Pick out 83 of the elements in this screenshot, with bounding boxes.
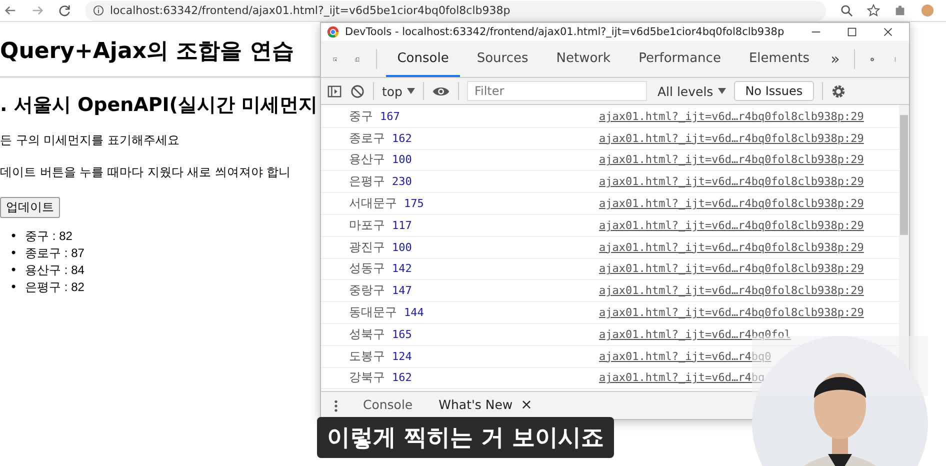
source-link[interactable]: ajax01.html?_ijt=v6d…r4bq0fol8clb938p:29 bbox=[599, 110, 864, 123]
log-value: 144 bbox=[404, 306, 424, 320]
source-link[interactable]: ajax01.html?_ijt=v6d…r4bq0fol8clb938p:29 bbox=[599, 218, 864, 232]
scrollbar-thumb[interactable] bbox=[900, 115, 908, 235]
devtools-tab[interactable]: Sources bbox=[466, 41, 540, 77]
log-label: 광진구 bbox=[349, 238, 385, 256]
address-bar[interactable]: localhost:63342/frontend/ajax01.html?_ijt=v6d5be1cior4bq0fol8clb938p bbox=[85, 0, 826, 20]
bullet: • bbox=[10, 245, 18, 262]
log-label: 은평구 bbox=[349, 173, 385, 190]
puzzle-icon[interactable] bbox=[894, 4, 907, 17]
star-icon[interactable] bbox=[867, 4, 880, 17]
log-value: 162 bbox=[392, 371, 412, 384]
context-select[interactable]: top bbox=[382, 84, 416, 98]
clear-console-icon[interactable] bbox=[350, 84, 365, 98]
chrome-icon bbox=[327, 26, 339, 38]
log-label: 중랑구 bbox=[349, 282, 385, 300]
source-link[interactable]: ajax01.html?_ijt=v6d…r4bq0fol8clb938p:29 bbox=[599, 175, 864, 188]
log-label: 강북구 bbox=[349, 369, 385, 386]
log-value: 175 bbox=[404, 197, 424, 210]
page-heading: Query+Ajax의 조합을 연습 bbox=[0, 38, 295, 66]
source-link[interactable]: ajax01.html?_ijt=v6d…r4bq0fol8clb938p:29 bbox=[599, 306, 864, 320]
bullet: • bbox=[10, 228, 18, 245]
list-item: 용산구 : 84 bbox=[25, 262, 84, 279]
section-heading: . 서울시 OpenAPI(실시간 미세먼지 bbox=[0, 93, 319, 118]
log-value: 162 bbox=[392, 132, 412, 145]
caret-icon bbox=[718, 88, 726, 94]
close-icon[interactable] bbox=[883, 27, 893, 37]
log-value: 230 bbox=[392, 175, 412, 188]
log-label: 서대문구 bbox=[349, 195, 397, 212]
log-label: 용산구 bbox=[349, 151, 385, 168]
bullet: • bbox=[10, 262, 18, 279]
list-item: 종로구 : 87 bbox=[25, 245, 84, 262]
log-value: 100 bbox=[392, 153, 412, 166]
log-value: 117 bbox=[392, 218, 412, 232]
log-levels-select[interactable]: All levels bbox=[657, 84, 726, 98]
more-tabs[interactable]: » bbox=[826, 50, 844, 68]
zoom-icon[interactable] bbox=[840, 4, 853, 17]
url-text: localhost:63342/frontend/ajax01.html?_ijt=v6d5be1cior4bq0fol8clb938p bbox=[110, 4, 510, 17]
info-icon[interactable] bbox=[93, 5, 104, 16]
source-link[interactable]: ajax01.html?_ijt=v6d…r4bq bbox=[599, 371, 765, 384]
kebab-menu-icon[interactable] bbox=[333, 398, 339, 412]
window-title: DevTools - localhost:63342/frontend/ajax01.html?_ijt=v6d5be1cior4bq0fol8clb938p bbox=[345, 26, 786, 38]
source-link[interactable]: ajax01.html?_ijt=v6d…r4bq0fol8clb938p:29 bbox=[599, 262, 864, 276]
sidebar-icon[interactable] bbox=[327, 84, 342, 98]
source-link[interactable]: ajax01.html?_ijt=v6d…r4bq0fol8clb938p:29 bbox=[599, 153, 864, 166]
log-value: 147 bbox=[392, 284, 412, 298]
filter-field[interactable]: Filter bbox=[467, 81, 648, 101]
issues-button[interactable]: No Issues bbox=[734, 81, 814, 101]
source-link[interactable]: ajax01.html?_ijt=v6d…r4bq0 bbox=[599, 350, 772, 363]
instruction-text: 든 구의 미세먼지를 표기해주세요 bbox=[0, 132, 180, 149]
subtitle-caption: 이렇게 찍히는 거 보이시죠 bbox=[317, 417, 614, 458]
log-value: 142 bbox=[392, 262, 412, 276]
log-label: 도봉구 bbox=[349, 348, 385, 365]
source-link[interactable]: ajax01.html?_ijt=v6d…r4bq0fol8clb938p:29 bbox=[599, 284, 864, 298]
back-icon[interactable] bbox=[4, 4, 17, 17]
devtools-tab[interactable]: Elements bbox=[738, 41, 821, 77]
log-label: 마포구 bbox=[349, 216, 385, 234]
source-link[interactable]: ajax01.html?_ijt=v6d…r4bq0fol bbox=[599, 328, 792, 341]
source-link[interactable]: ajax01.html?_ijt=v6d…r4bq0fol8clb938p:29 bbox=[599, 197, 864, 210]
list-item: 은평구 : 82 bbox=[25, 279, 84, 296]
log-value: 167 bbox=[380, 110, 400, 123]
log-value: 165 bbox=[392, 328, 412, 341]
list-item: 중구 : 82 bbox=[25, 228, 72, 245]
settings-icon[interactable] bbox=[830, 84, 846, 98]
bullet: • bbox=[10, 279, 18, 296]
log-label: 성북구 bbox=[349, 326, 385, 343]
close-tab-button[interactable]: × bbox=[520, 396, 532, 412]
log-value: 100 bbox=[392, 240, 412, 254]
source-link[interactable]: ajax01.html?_ijt=v6d…r4bq0fol8clb938p:29 bbox=[599, 132, 864, 145]
source-link[interactable]: ajax01.html?_ijt=v6d…r4bq0fol8clb938p:29 bbox=[599, 240, 864, 254]
log-label: 종로구 bbox=[349, 130, 385, 147]
devtools-tab[interactable]: Performance bbox=[628, 41, 732, 77]
log-value: 124 bbox=[392, 350, 412, 363]
reload-icon[interactable] bbox=[58, 4, 71, 17]
drawer-tab[interactable]: Console bbox=[353, 392, 423, 419]
update-button[interactable]: 업데이트 bbox=[0, 197, 60, 218]
caret-icon bbox=[407, 88, 416, 94]
log-label: 동대문구 bbox=[349, 304, 397, 322]
log-label: 성동구 bbox=[349, 260, 385, 278]
maximize-icon[interactable] bbox=[847, 27, 857, 37]
instruction-text: 데이트 버튼을 누를 때마다 지웠다 새로 씌여져야 합니 bbox=[0, 164, 292, 181]
log-label: 중구 bbox=[349, 108, 373, 125]
devtools-tab[interactable]: Network bbox=[545, 41, 622, 77]
